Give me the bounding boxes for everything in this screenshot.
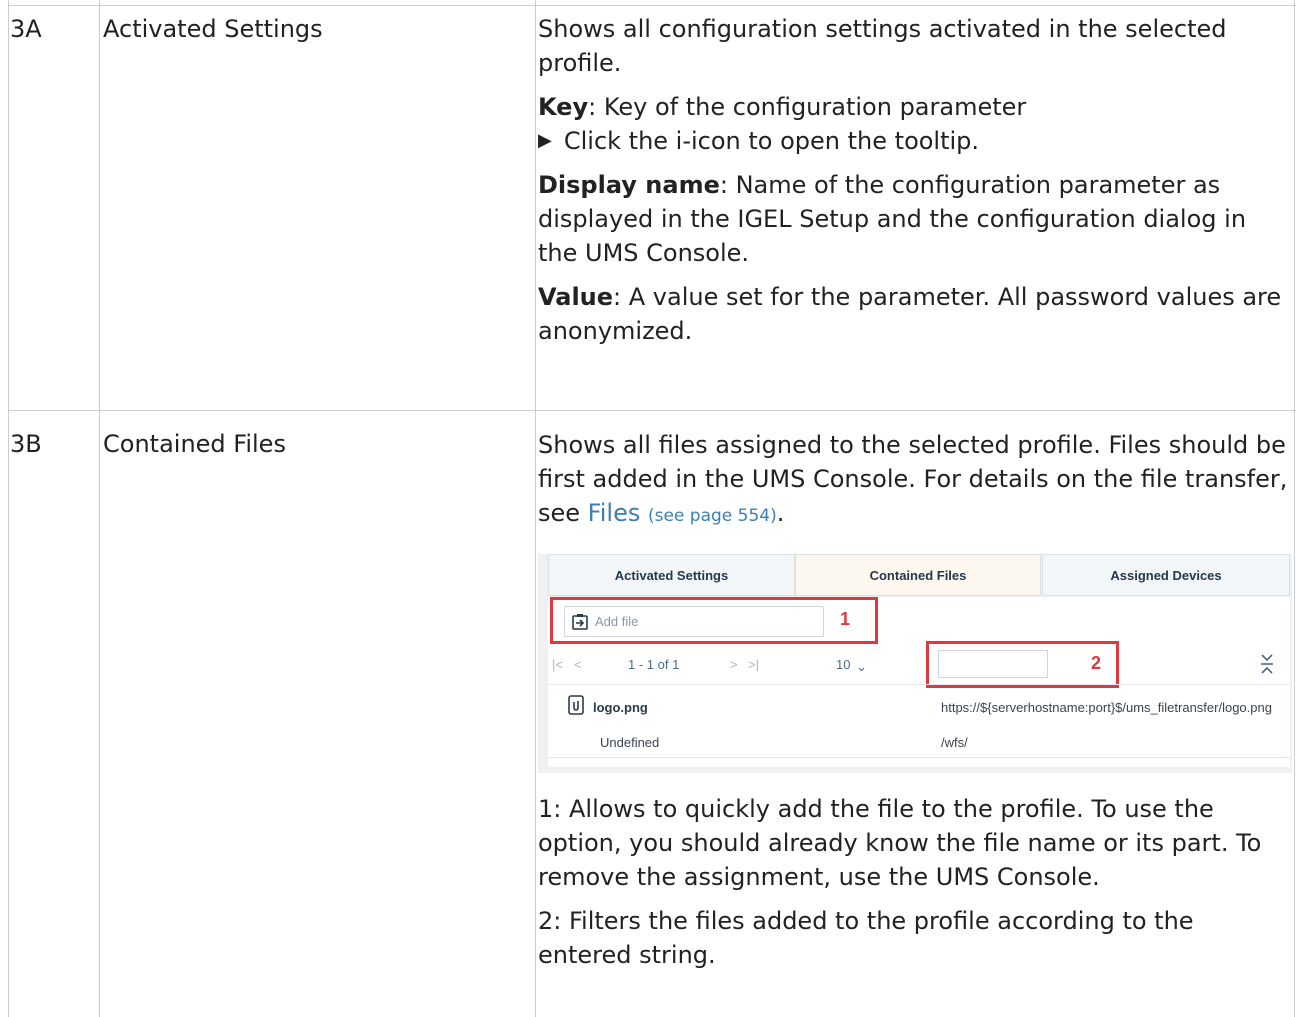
tab-assigned-devices[interactable]: Assigned Devices [1042, 554, 1290, 596]
attachment-icon [568, 695, 584, 720]
callout-label-2: 2 [1091, 653, 1102, 673]
callout-box-1 [550, 597, 878, 644]
first-page-icon[interactable]: |< [552, 657, 563, 672]
collapse-icon[interactable] [1260, 653, 1274, 680]
sentence-period: . [776, 499, 785, 527]
value-line: Value: A value set for the parameter. Al… [538, 280, 1293, 348]
column-divider-2 [535, 0, 536, 1017]
next-page-icon[interactable]: > [730, 657, 738, 672]
key-line: Key: Key of the configuration parameter [538, 90, 1293, 124]
callout-notes: 1: Allows to quickly add the file to the… [538, 792, 1293, 972]
contained-files-description: Shows all files assigned to the selected… [538, 428, 1293, 533]
contained-files-screenshot: Activated Settings Contained Files Assig… [538, 554, 1292, 773]
row-id-3a: 3A [10, 15, 42, 43]
file-name[interactable]: logo.png [593, 700, 648, 715]
filter-input[interactable] [938, 650, 1048, 678]
files-link[interactable]: Files [588, 499, 641, 527]
key-bullet: ▶ Click the i-icon to open the tooltip. [538, 124, 1293, 158]
column-divider-1 [99, 0, 100, 1017]
callout-label-1: 1 [840, 609, 851, 629]
tab-bar: Activated Settings Contained Files Assig… [548, 554, 1290, 597]
callout-note-1: 1: Allows to quickly add the file to the… [538, 795, 1262, 891]
value-text: : A value set for the parameter. All pas… [538, 283, 1282, 345]
callout-note-2: 2: Filters the files added to the profil… [538, 907, 1194, 969]
list-separator [548, 684, 1290, 685]
key-label: Key [538, 93, 589, 121]
table-top-rule [8, 5, 1296, 6]
document-table: 3A Activated Settings Shows all configur… [0, 0, 1296, 1017]
row-name-activated-settings: Activated Settings [103, 15, 323, 43]
tab-contained-files[interactable]: Contained Files [795, 554, 1041, 596]
row-id-3b: 3B [10, 430, 42, 458]
files-panel: Add file 1 |< < 1 - 1 of 1 > >| 10 ⌄ 2 l… [548, 597, 1290, 767]
page-size-select[interactable]: 10 [836, 657, 850, 672]
last-page-icon[interactable]: >| [748, 657, 759, 672]
row-name-contained-files: Contained Files [103, 430, 286, 458]
file-path: /wfs/ [941, 735, 968, 750]
pager-range: 1 - 1 of 1 [628, 657, 680, 672]
display-name-label: Display name [538, 171, 720, 199]
key-bullet-text: Click the i-icon to open the tooltip. [563, 127, 980, 155]
prev-page-icon[interactable]: < [574, 657, 582, 672]
description-text: Shows all configuration settings activat… [538, 15, 1227, 77]
tab-activated-settings[interactable]: Activated Settings [548, 554, 795, 596]
row-divider [8, 410, 1296, 411]
table-border-right [1294, 0, 1295, 1017]
list-bottom-separator [548, 757, 1290, 758]
display-name-line: Display name: Name of the configuration … [538, 168, 1293, 270]
value-label: Value [538, 283, 614, 311]
key-text: : Key of the configuration parameter [588, 93, 1027, 121]
file-type: Undefined [600, 735, 660, 750]
table-border-left [8, 0, 9, 1017]
chevron-down-icon[interactable]: ⌄ [856, 659, 867, 675]
file-url: https://${serverhostname:port}$/ums_file… [941, 700, 1272, 715]
row-description-3a: Shows all configuration settings activat… [538, 12, 1293, 348]
row-description-3b: Shows all files assigned to the selected… [538, 428, 1293, 533]
triangle-bullet-icon: ▶ [538, 130, 552, 151]
files-page-ref-link[interactable]: (see page 554) [648, 506, 777, 526]
